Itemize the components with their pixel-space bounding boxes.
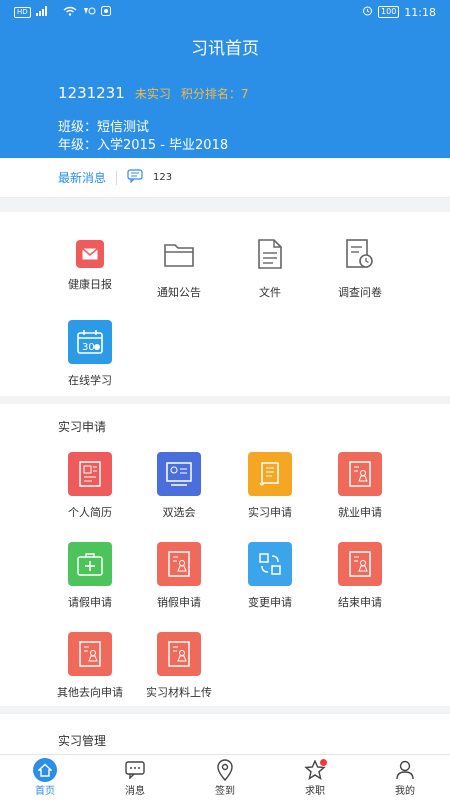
home-icon xyxy=(33,758,57,782)
news-text: 123 xyxy=(153,172,173,183)
header: HD 100 11:18 习讯首页 1231231 未实习 积分排名：7 班级：… xyxy=(0,0,450,158)
message-icon xyxy=(127,168,143,187)
signal-icon xyxy=(35,5,58,19)
stamp-doc-icon xyxy=(338,452,382,496)
resume-icon xyxy=(68,452,112,496)
news-label: 最新消息 xyxy=(58,171,107,185)
health-report-item[interactable]: 健康日报 xyxy=(42,232,138,292)
alarm-icon xyxy=(362,5,373,19)
medical-kit-icon xyxy=(68,542,112,586)
leave-apply-item[interactable]: 请假申请 xyxy=(42,542,138,610)
change-apply-item[interactable]: 变更申请 xyxy=(222,542,318,610)
material-upload-item[interactable]: 实习材料上传 xyxy=(131,632,227,700)
scroll-icon xyxy=(248,452,292,496)
stamp-doc-icon xyxy=(157,542,201,586)
year-info: 年级：入学2015 - 毕业2018 xyxy=(58,138,229,153)
cancel-leave-item[interactable]: 销假申请 xyxy=(131,542,227,610)
tab-checkin[interactable]: 签到 xyxy=(180,755,270,800)
location-pin-icon xyxy=(213,758,237,782)
page-title: 习讯首页 xyxy=(191,39,259,59)
status-bar: HD 100 11:18 xyxy=(0,0,450,24)
stamp-doc-icon xyxy=(338,542,382,586)
stamp-doc-icon xyxy=(157,632,201,676)
notification-icon xyxy=(82,6,96,19)
internship-status: 未实习 xyxy=(134,87,171,101)
survey-item[interactable]: 调查问卷 xyxy=(312,232,408,300)
user-id: 1231231 xyxy=(58,84,125,102)
folder-icon xyxy=(157,232,201,276)
score-rank: 积分排名：7 xyxy=(180,87,249,101)
file-item[interactable]: 文件 xyxy=(222,232,318,300)
section-title: 实习申请 xyxy=(58,420,107,434)
other-destination-item[interactable]: 其他去向申请 xyxy=(42,632,138,700)
tab-home[interactable]: 首页 xyxy=(0,755,90,800)
job-fair-icon xyxy=(157,452,201,496)
job-fair-item[interactable]: 双选会 xyxy=(131,452,227,520)
svg-text:30: 30 xyxy=(82,342,95,353)
online-study-item[interactable]: 30 在线学习 xyxy=(42,320,138,388)
tab-jobs[interactable]: 求职 xyxy=(270,755,360,800)
bottom-nav: 首页 消息 签到 求职 我的 xyxy=(0,754,450,800)
survey-clock-icon xyxy=(338,232,382,276)
divider xyxy=(116,170,118,185)
employment-apply-item[interactable]: 就业申请 xyxy=(312,452,408,520)
quick-access-card: 健康日报 通知公告 文件 调查问卷 30 在线学习 xyxy=(0,212,450,396)
tab-messages[interactable]: 消息 xyxy=(90,755,180,800)
user-icon xyxy=(393,758,417,782)
app-notification-icon xyxy=(100,5,111,19)
mail-icon xyxy=(76,240,104,268)
internship-apply-item[interactable]: 实习申请 xyxy=(222,452,318,520)
wifi-icon xyxy=(63,6,77,19)
section-title: 实习管理 xyxy=(58,734,107,748)
status-time: 11:18 xyxy=(404,5,436,19)
end-apply-item[interactable]: 结束申请 xyxy=(312,542,408,610)
chat-icon xyxy=(123,758,147,782)
document-icon xyxy=(248,232,292,276)
resume-item[interactable]: 个人简历 xyxy=(42,452,138,520)
news-bar[interactable]: 最新消息 123 xyxy=(0,158,450,198)
class-info: 班级：短信测试 xyxy=(58,120,150,135)
change-icon xyxy=(248,542,292,586)
hd-badge: HD xyxy=(14,6,31,18)
tab-profile[interactable]: 我的 xyxy=(360,755,450,800)
notice-item[interactable]: 通知公告 xyxy=(131,232,227,300)
stamp-doc-icon xyxy=(68,632,112,676)
internship-manage-card: 实习管理 xyxy=(0,714,450,754)
user-summary: 1231231 未实习 积分排名：7 xyxy=(58,84,248,102)
internship-apply-card: 实习申请 个人简历 双选会 实习申请 就业申请 请假申请 销假申请 变更申请 结… xyxy=(0,404,450,706)
calendar-icon: 30 xyxy=(68,320,112,364)
battery-icon: 100 xyxy=(378,6,400,18)
